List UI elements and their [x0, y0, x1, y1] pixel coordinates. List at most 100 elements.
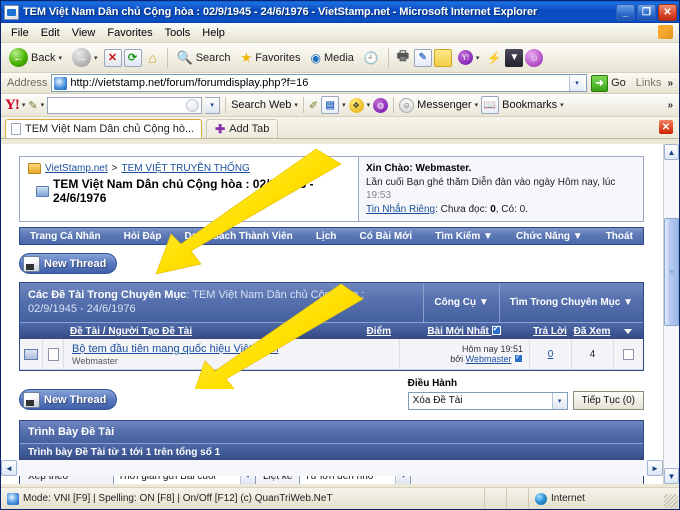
continue-button[interactable]: Tiếp Tục (0): [572, 391, 644, 411]
nav-item-memberlist[interactable]: Danh Sách Thành Viên: [185, 231, 293, 242]
goto-last-post-icon[interactable]: [514, 352, 523, 364]
stop-icon[interactable]: ✕: [103, 48, 122, 67]
favorites-button[interactable]: ★ Favorites: [237, 49, 305, 67]
nav-item-profile[interactable]: Trang Cá Nhân: [30, 231, 101, 242]
go-button[interactable]: ➜ Go: [591, 74, 626, 92]
pencil-chevron-down-icon[interactable]: ▾: [41, 101, 45, 109]
address-input[interactable]: http://vietstamp.net/forum/forumdisplay.…: [51, 74, 588, 92]
tabs-chevron-down-icon[interactable]: ▾: [342, 101, 346, 109]
menu-help[interactable]: Help: [196, 26, 231, 40]
close-tab-icon[interactable]: ✕: [659, 120, 673, 134]
media-button[interactable]: ◉ Media: [306, 50, 357, 66]
nav-item-faq[interactable]: Hỏi Đáp: [124, 231, 162, 242]
maximize-button[interactable]: ❐: [637, 3, 656, 21]
history-button[interactable]: 🕘: [360, 50, 383, 66]
new-thread-button-top[interactable]: New Thread: [19, 253, 118, 274]
anti-spy-icon[interactable]: ✥: [348, 97, 364, 113]
th-select-all[interactable]: [613, 326, 643, 337]
page-viewport: VietStamp.net > TEM VIỆT TRUYỀN THỐNG TE…: [1, 144, 679, 484]
nav-item-functions[interactable]: Chức Năng ▼: [516, 231, 583, 242]
anti-spy-chevron-down-icon[interactable]: ▾: [367, 101, 371, 109]
hscroll-track[interactable]: [17, 460, 647, 476]
forward-button[interactable]: → ▾: [68, 47, 102, 68]
tabs-icon[interactable]: ▤: [321, 96, 340, 114]
popup-blocker-icon[interactable]: ◍: [373, 97, 389, 113]
scroll-left-button[interactable]: ◄: [1, 460, 17, 476]
menu-view[interactable]: View: [66, 26, 102, 40]
nav-item-logout[interactable]: Thoát: [606, 231, 633, 242]
menu-file[interactable]: File: [5, 26, 35, 40]
thread-checkbox[interactable]: [623, 348, 634, 360]
close-button[interactable]: ✕: [658, 3, 677, 21]
search-web-button[interactable]: Search Web: [231, 99, 291, 111]
nav-item-calendar[interactable]: Lịch: [316, 231, 337, 242]
back-chevron-down-icon[interactable]: ▾: [58, 54, 62, 62]
th-topic[interactable]: Đề Tài / Người Tạo Đề Tài: [64, 326, 339, 337]
th-replies[interactable]: Trả Lời: [529, 326, 571, 337]
lastpost-author-link[interactable]: Webmaster: [466, 354, 512, 364]
forward-chevron-down-icon[interactable]: ▾: [94, 54, 98, 62]
thread-title-link[interactable]: Bộ tem đầu tiên mang quốc hiệu Việt Nam: [72, 343, 278, 355]
favorites-label: Favorites: [255, 51, 301, 64]
scroll-grip-icon: ≡: [669, 267, 674, 277]
edit-icon[interactable]: ✎: [413, 48, 432, 67]
smiley-icon[interactable]: ☺: [525, 48, 544, 67]
home-icon[interactable]: ⌂: [144, 49, 162, 67]
horizontal-scrollbar[interactable]: ◄ ►: [1, 460, 663, 476]
scroll-down-button[interactable]: ▼: [664, 468, 679, 484]
scroll-up-button[interactable]: ▲: [664, 144, 679, 160]
moderation-select[interactable]: Xóa Đề Tài ▾: [407, 391, 568, 410]
notes-icon[interactable]: [433, 48, 452, 67]
download-icon[interactable]: ▼: [505, 48, 524, 67]
back-button[interactable]: ← Back ▾: [5, 47, 66, 68]
yahoo-button[interactable]: Y! ▾: [454, 49, 484, 66]
resize-grip[interactable]: [664, 494, 678, 508]
thread-author: Webmaster: [72, 355, 118, 366]
highlight-icon[interactable]: ✐: [309, 99, 318, 112]
nav-item-search[interactable]: Tìm Kiếm ▼: [435, 231, 493, 242]
breadcrumb-root[interactable]: VietStamp.net: [45, 163, 108, 174]
search-web-chevron-down-icon[interactable]: ▾: [294, 101, 298, 109]
yahoo-search-chevron-down-icon[interactable]: ▾: [205, 96, 221, 114]
minimize-button[interactable]: _: [616, 3, 635, 21]
replies-count[interactable]: 0: [548, 349, 554, 360]
messenger-button[interactable]: Messenger: [417, 99, 471, 111]
yahoo-chevron-down-icon[interactable]: ▾: [476, 54, 480, 62]
yahoo-divider-2: [302, 97, 304, 113]
search-button[interactable]: 🔍 Search: [173, 49, 235, 67]
vertical-scrollbar[interactable]: ▲ ≡ ▼: [663, 144, 679, 484]
add-tab-button[interactable]: ✚ Add Tab: [206, 119, 279, 138]
nav-item-newposts[interactable]: Có Bài Mới: [359, 231, 412, 242]
links-label[interactable]: Links: [630, 77, 662, 89]
yahoo-search-input[interactable]: [47, 96, 203, 114]
yahoo-logo-chevron-down-icon[interactable]: ▾: [22, 101, 26, 109]
new-thread-button-bottom[interactable]: New Thread: [19, 389, 118, 411]
menu-tools[interactable]: Tools: [159, 26, 197, 40]
scroll-right-button[interactable]: ►: [647, 460, 663, 476]
vscroll-thumb[interactable]: ≡: [664, 218, 679, 326]
menu-favorites[interactable]: Favorites: [101, 26, 158, 40]
yahoo-overflow-icon[interactable]: »: [665, 100, 675, 111]
table-row[interactable]: Bộ tem đầu tiên mang quốc hiệu Việt Nam …: [20, 339, 643, 371]
refresh-icon[interactable]: ⟳: [123, 48, 142, 67]
toolbar-overflow-icon[interactable]: »: [665, 78, 675, 89]
th-last-post[interactable]: Bài Mới Nhất: [399, 324, 529, 337]
lightning-icon[interactable]: ⚡: [485, 49, 503, 67]
welcome-lastvisit: Lần cuối Bạn ghé thăm Diễn đàn vào ngày …: [366, 176, 616, 188]
menu-edit[interactable]: Edit: [35, 26, 66, 40]
tab-active[interactable]: TEM Việt Nam Dân chủ Cộng hò...: [5, 119, 203, 138]
vscroll-track[interactable]: ≡: [664, 160, 679, 468]
bookmarks-button[interactable]: Bookmarks: [502, 99, 557, 111]
th-points[interactable]: Điểm: [339, 326, 399, 337]
browser-window: TEM Việt Nam Dân chủ Cộng hòa : 02/9/194…: [0, 0, 680, 510]
breadcrumb-parent[interactable]: TEM VIỆT TRUYỀN THỐNG: [121, 163, 249, 174]
bookmarks-chevron-down-icon[interactable]: ▾: [560, 101, 564, 109]
pm-link[interactable]: Tin Nhắn Riêng: [366, 204, 435, 215]
tools-dropdown[interactable]: Công Cụ ▼: [423, 282, 498, 323]
print-icon[interactable]: 🖶: [394, 48, 412, 67]
address-chevron-down-icon[interactable]: ▾: [569, 75, 585, 91]
search-forum-dropdown[interactable]: Tìm Trong Chuyên Mục ▼: [498, 282, 643, 323]
messenger-chevron-down-icon[interactable]: ▾: [475, 101, 479, 109]
th-views[interactable]: Đã Xem: [571, 326, 613, 337]
pencil-icon[interactable]: ✎: [28, 99, 37, 112]
